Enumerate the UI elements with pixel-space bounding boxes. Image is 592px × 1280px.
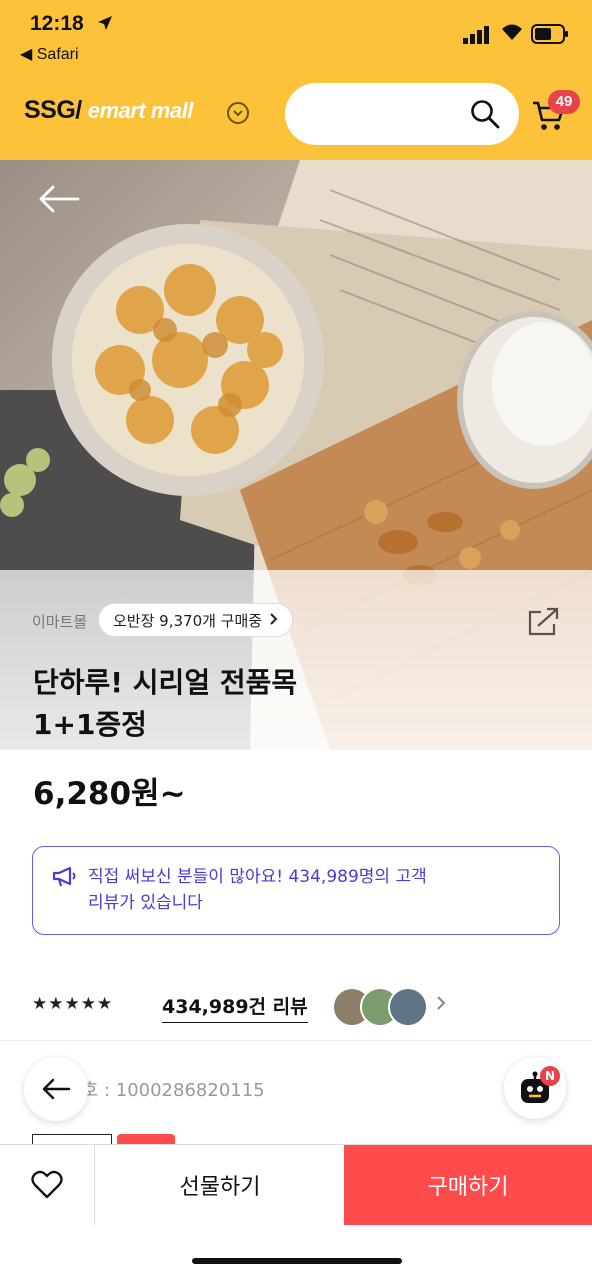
sold-count-text: 오반장 9,370개 구매중 <box>113 611 263 630</box>
ssg-emart-logo[interactable]: SSG/emart mall <box>24 96 193 125</box>
floating-back-button[interactable] <box>24 1057 88 1121</box>
seller-name[interactable]: 이마트몰 <box>32 611 87 632</box>
search-icon[interactable] <box>470 99 500 133</box>
product-title: 단하루! 시리얼 전품목 1+1증정 <box>33 662 463 746</box>
chatbot-button[interactable] <box>504 1057 566 1119</box>
sold-count-pill[interactable]: 오반장 9,370개 구매중 <box>98 603 294 637</box>
buy-button[interactable]: 구매하기 <box>344 1145 592 1225</box>
megaphone-icon <box>52 866 78 892</box>
back-app-label: Safari <box>36 46 79 63</box>
back-arrow-icon[interactable] <box>38 184 80 218</box>
section-divider <box>0 1040 592 1041</box>
review-count-link[interactable]: 434,989건 리뷰 <box>162 992 308 1023</box>
heart-icon <box>31 1170 63 1199</box>
chevron-right-icon <box>270 611 278 629</box>
product-price: 6,280원~ <box>33 776 186 812</box>
logo-ssg-text: SSG/ <box>24 96 82 124</box>
back-to-app-link[interactable]: ◀ Safari <box>20 44 79 64</box>
location-arrow-icon <box>96 14 114 36</box>
status-time: 12:18 <box>30 12 84 35</box>
back-arrow-icon <box>42 1078 71 1100</box>
share-icon[interactable] <box>528 606 560 640</box>
rating-stars: ★★★★★ <box>32 994 114 1014</box>
wifi-icon <box>500 22 524 46</box>
cart-count-badge: 49 <box>548 90 580 114</box>
home-indicator[interactable] <box>192 1258 402 1264</box>
product-title-line1: 단하루! 시리얼 전품목 <box>33 666 298 699</box>
logo-emart-text: emart mall <box>87 98 194 123</box>
mall-switch-chevron-down-icon[interactable] <box>227 102 249 124</box>
wishlist-button[interactable] <box>0 1145 95 1225</box>
gift-button[interactable]: 선물하기 <box>96 1145 344 1225</box>
review-thumb <box>388 987 428 1027</box>
chatbot-new-badge: N <box>540 1066 560 1086</box>
battery-icon <box>531 24 569 48</box>
reviews-chevron-right-icon[interactable] <box>436 992 446 1016</box>
product-title-line2: 1+1증정 <box>33 708 147 741</box>
review-notice-text: 직접 써보신 분들이 많아요! 434,989명의 고객 리뷰가 있습니다 <box>88 867 427 913</box>
signal-icon <box>463 26 491 48</box>
